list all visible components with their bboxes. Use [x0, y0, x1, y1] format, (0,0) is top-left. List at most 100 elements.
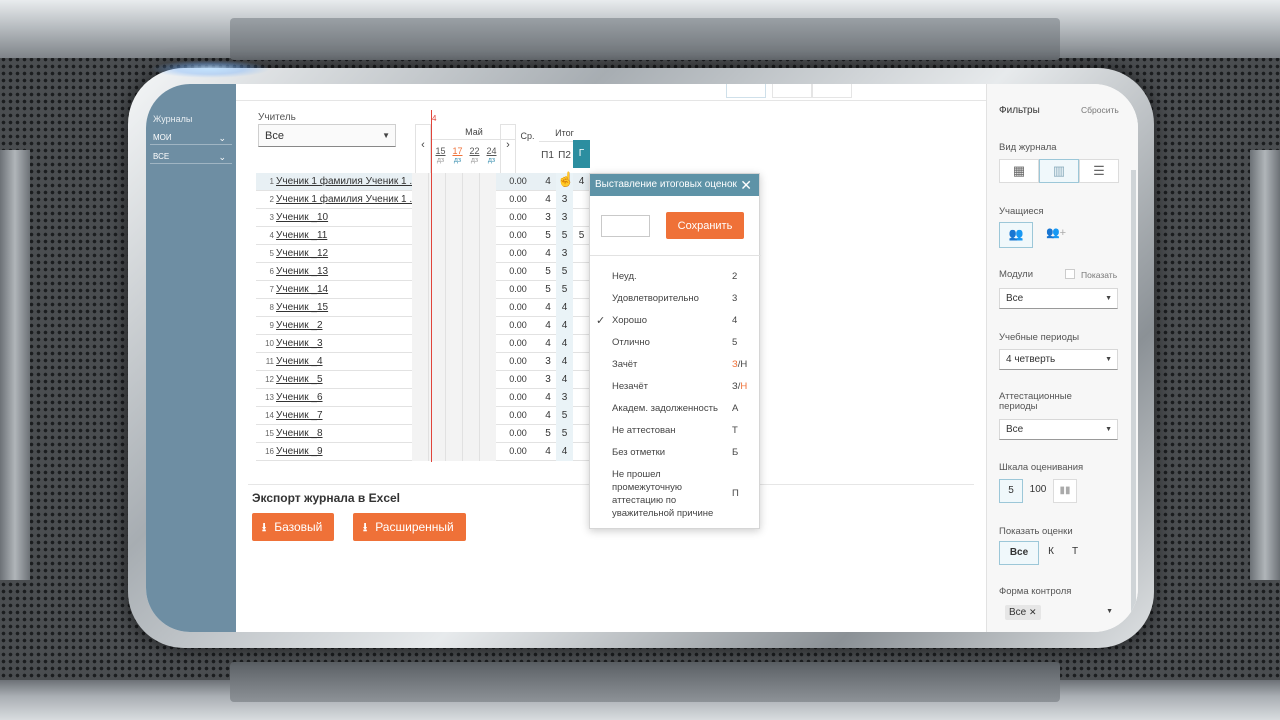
grade-option[interactable]: Хорошо 4	[612, 315, 752, 326]
p1-grade[interactable]: 4	[539, 302, 557, 313]
p2-grade[interactable]: 5	[556, 281, 573, 299]
total-col-p1[interactable]: П1	[539, 150, 556, 161]
student-name-link[interactable]: Ученик _2	[276, 320, 416, 331]
periods-select[interactable]: 4 четверть ▼	[999, 349, 1118, 370]
toolbar-button[interactable]	[812, 84, 852, 98]
p2-grade[interactable]: 4	[556, 371, 573, 389]
toolbar-button[interactable]	[726, 84, 766, 98]
student-name-link[interactable]: Ученик _14	[276, 284, 416, 295]
p2-grade[interactable]: 3	[556, 389, 573, 407]
student-name-link[interactable]: Ученик _12	[276, 248, 416, 259]
teacher-select[interactable]: Все ▼	[258, 124, 396, 147]
grade-cells[interactable]	[412, 245, 496, 263]
scrollbar[interactable]	[1131, 170, 1136, 630]
student-name-link[interactable]: Ученик 1 фамилия Ученик 1 ...	[276, 194, 416, 205]
show-all-button[interactable]: Все	[999, 541, 1039, 565]
p2-grade[interactable]: 4	[556, 299, 573, 317]
grade-cells[interactable]	[412, 227, 496, 245]
grade-option[interactable]: Зачёт З/Н	[612, 359, 752, 370]
p2-grade[interactable]: 3	[556, 245, 573, 263]
modules-select[interactable]: Все ▼	[999, 288, 1118, 309]
students-add-button[interactable]: 👥+	[1033, 222, 1079, 248]
next-dates-button[interactable]: ›	[500, 124, 516, 176]
grade-cells[interactable]	[412, 299, 496, 317]
reset-link[interactable]: Сбросить	[1081, 105, 1119, 115]
view-list-button[interactable]: ☰	[1079, 159, 1119, 183]
p2-grade[interactable]: 4	[556, 353, 573, 371]
grade-cells[interactable]	[412, 173, 496, 191]
student-name-link[interactable]: Ученик _11	[276, 230, 416, 241]
p2-grade[interactable]: 5	[556, 425, 573, 443]
student-name-link[interactable]: Ученик _15	[276, 302, 416, 313]
student-name-link[interactable]: Ученик _9	[276, 446, 416, 457]
student-name-link[interactable]: Ученик 1 фамилия Ученик 1 ...	[276, 176, 416, 187]
p2-grade[interactable]: 4	[556, 317, 573, 335]
p2-grade[interactable]: 3	[556, 209, 573, 227]
grade-cells[interactable]	[412, 353, 496, 371]
p1-grade[interactable]: 4	[539, 410, 557, 421]
p1-grade[interactable]: 4	[539, 338, 557, 349]
p1-grade[interactable]: 3	[539, 374, 557, 385]
p1-grade[interactable]: 5	[539, 428, 557, 439]
show-k-button[interactable]: К	[1039, 541, 1063, 565]
grade-option[interactable]: Отлично 5	[612, 337, 752, 348]
student-name-link[interactable]: Ученик _5	[276, 374, 416, 385]
student-name-link[interactable]: Ученик _7	[276, 410, 416, 421]
grade-option[interactable]: Удовлетворительно 3	[612, 293, 752, 304]
final-grade[interactable]: 4	[573, 176, 590, 187]
nav-dropdown-all[interactable]: ВСЕ ⌄	[150, 150, 232, 164]
grade-option[interactable]: Не аттестован Т	[612, 425, 752, 436]
grade-cells[interactable]	[412, 317, 496, 335]
grade-cells[interactable]	[412, 281, 496, 299]
student-name-link[interactable]: Ученик _3	[276, 338, 416, 349]
grade-cells[interactable]	[412, 191, 496, 209]
p1-grade[interactable]: 3	[539, 356, 557, 367]
grade-option[interactable]: Без отметки Б	[612, 447, 752, 458]
p2-grade[interactable]: 5	[556, 263, 573, 281]
student-name-link[interactable]: Ученик _6	[276, 392, 416, 403]
grade-cells[interactable]	[412, 443, 496, 461]
date-col[interactable]: 17 дз	[449, 146, 466, 166]
grade-option[interactable]: Незачёт З/Н	[612, 381, 752, 392]
p1-grade[interactable]: 3	[539, 212, 557, 223]
show-t-button[interactable]: Т	[1063, 541, 1087, 565]
scale-5-button[interactable]: 5	[999, 479, 1023, 503]
grade-option[interactable]: Академ. задолженность А	[612, 403, 752, 414]
prev-dates-button[interactable]: ‹	[415, 124, 431, 176]
grade-cells[interactable]	[412, 407, 496, 425]
save-button[interactable]: Сохранить	[666, 212, 744, 239]
export-basic-button[interactable]: ⭳ Базовый	[252, 513, 335, 541]
total-col-p2[interactable]: П2	[556, 150, 573, 161]
student-name-link[interactable]: Ученик _4	[276, 356, 416, 367]
p1-grade[interactable]: 5	[539, 230, 557, 241]
grade-option[interactable]: Не прошел промежуточную аттестацию по ув…	[612, 468, 752, 520]
p1-grade[interactable]: 4	[539, 176, 557, 187]
grade-cells[interactable]	[412, 425, 496, 443]
grade-option[interactable]: Неуд. 2	[612, 271, 752, 282]
grade-input[interactable]	[601, 215, 650, 237]
grade-cells[interactable]	[412, 389, 496, 407]
p2-grade[interactable]: 4	[556, 335, 573, 353]
total-col-g[interactable]: Г	[573, 140, 590, 168]
nav-dropdown-my[interactable]: МОИ ⌄	[150, 131, 232, 145]
view-grid-button[interactable]: ▦	[999, 159, 1039, 183]
grade-cells[interactable]	[412, 263, 496, 281]
view-columns-button[interactable]: ▥	[1039, 159, 1079, 183]
p1-grade[interactable]: 4	[539, 248, 557, 259]
p1-grade[interactable]: 5	[539, 284, 557, 295]
modules-show-checkbox[interactable]	[1065, 269, 1075, 279]
p1-grade[interactable]: 4	[539, 320, 557, 331]
scale-100-button[interactable]: 100	[1023, 479, 1053, 503]
p2-grade[interactable]: 4	[556, 443, 573, 461]
export-extended-button[interactable]: ⭳ Расширенный	[353, 513, 466, 541]
students-all-button[interactable]: 👥	[999, 222, 1033, 248]
p1-grade[interactable]: 4	[539, 194, 557, 205]
p2-grade[interactable]: 5	[556, 227, 573, 245]
date-col[interactable]: 15 дз	[432, 146, 449, 166]
toolbar-button[interactable]	[772, 84, 812, 98]
p1-grade[interactable]: 4	[539, 446, 557, 457]
scale-chart-button[interactable]: ▮▮	[1053, 479, 1077, 503]
grade-cells[interactable]	[412, 335, 496, 353]
student-name-link[interactable]: Ученик _13	[276, 266, 416, 277]
final-grade[interactable]: 5	[573, 230, 590, 241]
